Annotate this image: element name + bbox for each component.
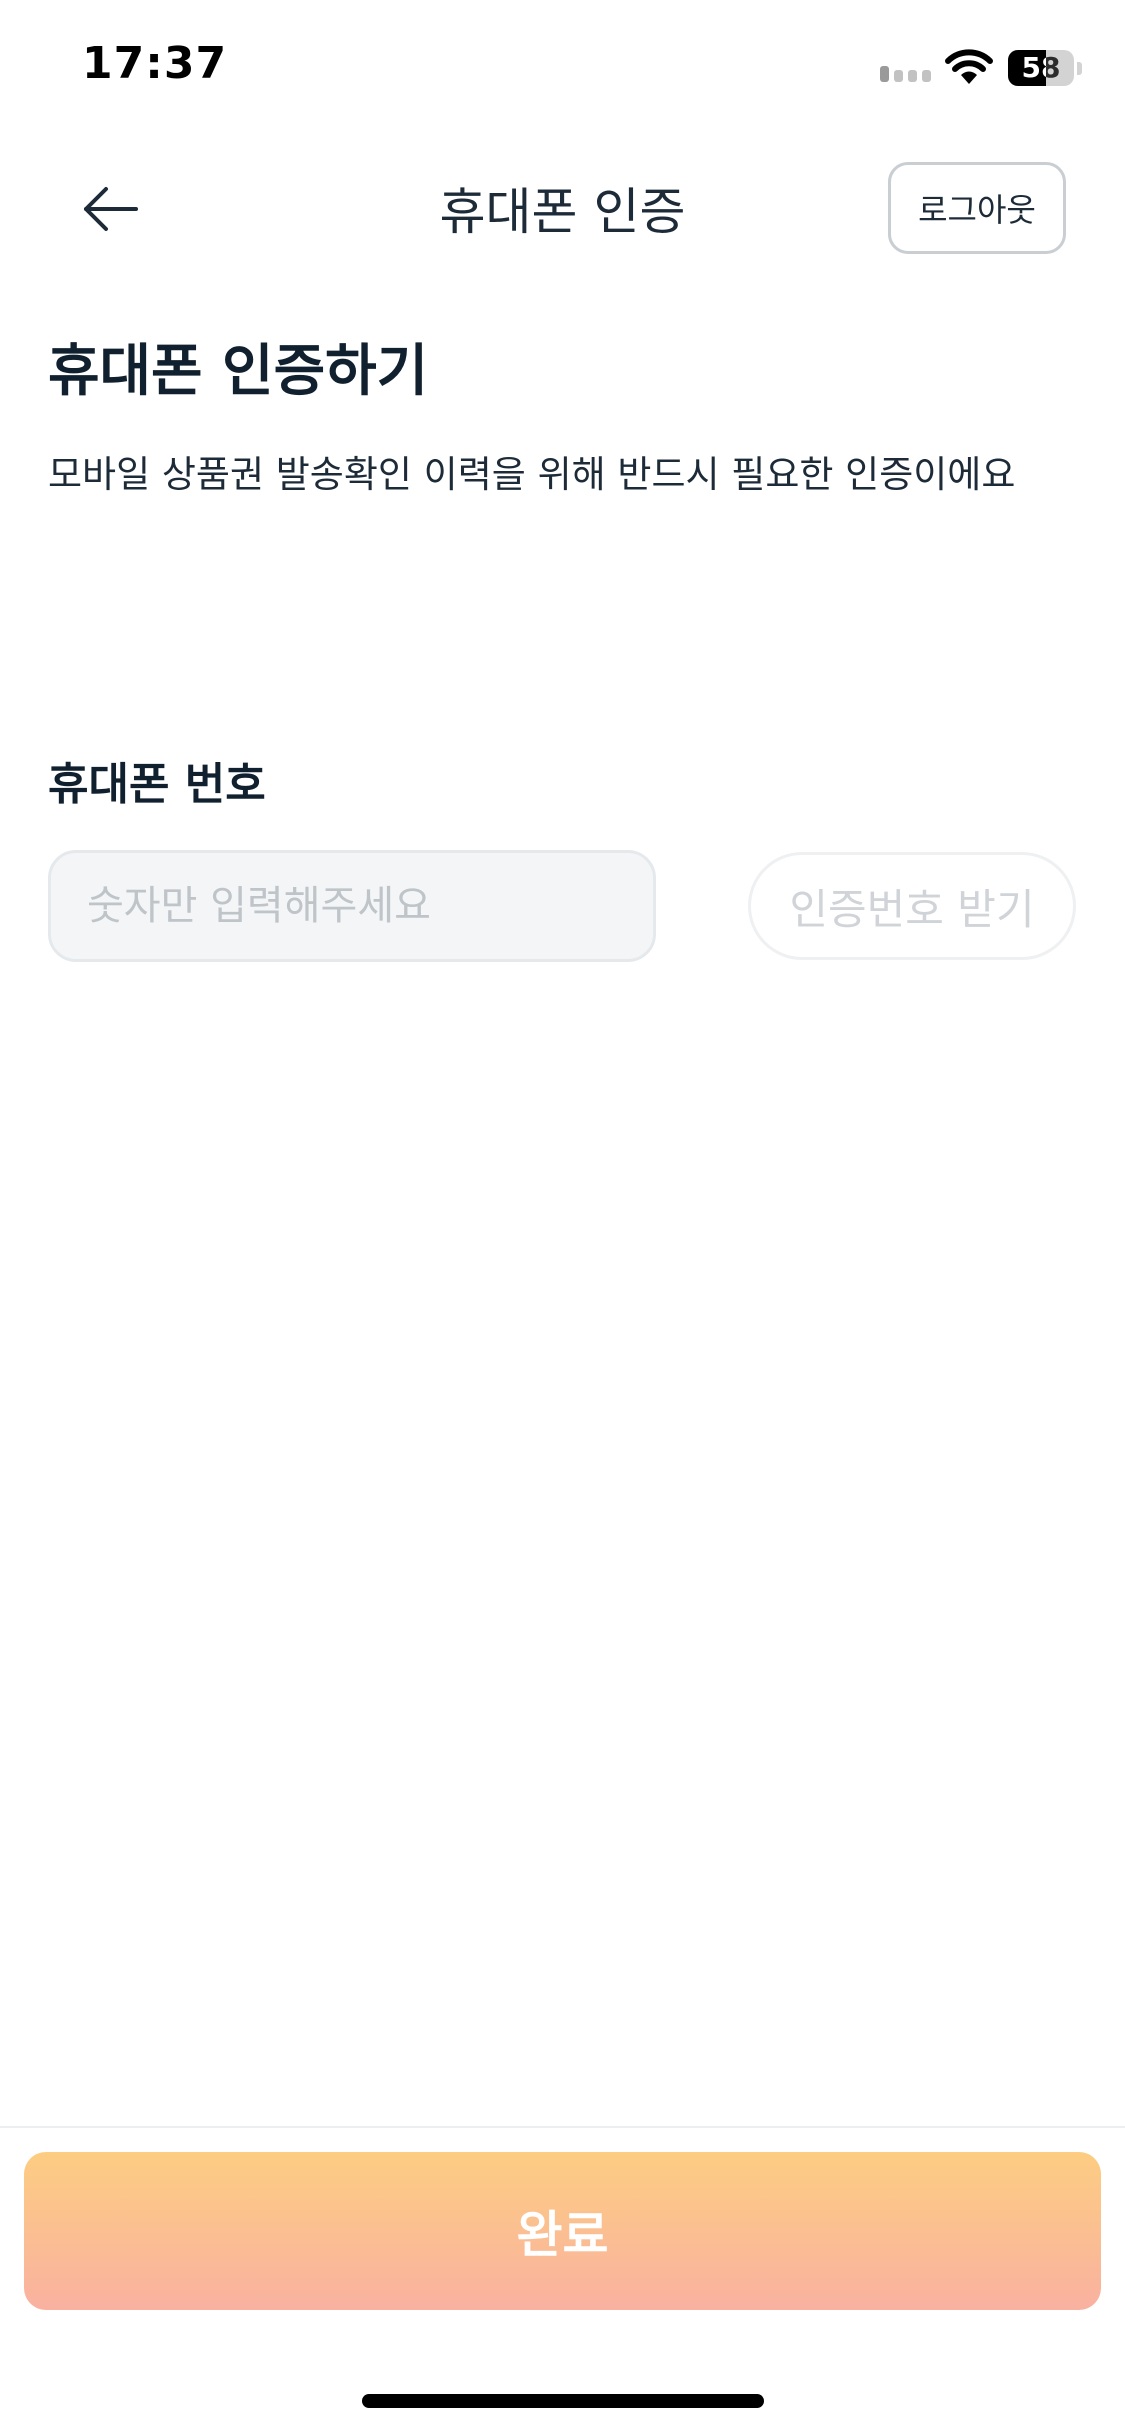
status-time: 17:37 <box>82 38 228 89</box>
wifi-icon <box>945 49 993 84</box>
battery-icon: 58 <box>1008 50 1074 86</box>
cellular-signal-icon <box>880 66 931 82</box>
footer-divider <box>0 2126 1125 2128</box>
phone-number-input[interactable] <box>48 850 656 962</box>
phone-number-label: 휴대폰 번호 <box>48 759 266 810</box>
complete-button[interactable]: 완료 <box>24 2152 1101 2310</box>
section-description: 모바일 상품권 발송확인 이력을 위해 반드시 필요한 인증이에요 <box>48 453 1016 496</box>
battery-level: 58 <box>1021 51 1061 84</box>
home-indicator <box>362 2394 764 2408</box>
battery-cap <box>1077 62 1082 75</box>
section-heading: 휴대폰 인증하기 <box>48 339 429 404</box>
logout-button[interactable]: 로그아웃 <box>888 162 1066 254</box>
request-verification-code-button[interactable]: 인증번호 받기 <box>748 852 1076 960</box>
